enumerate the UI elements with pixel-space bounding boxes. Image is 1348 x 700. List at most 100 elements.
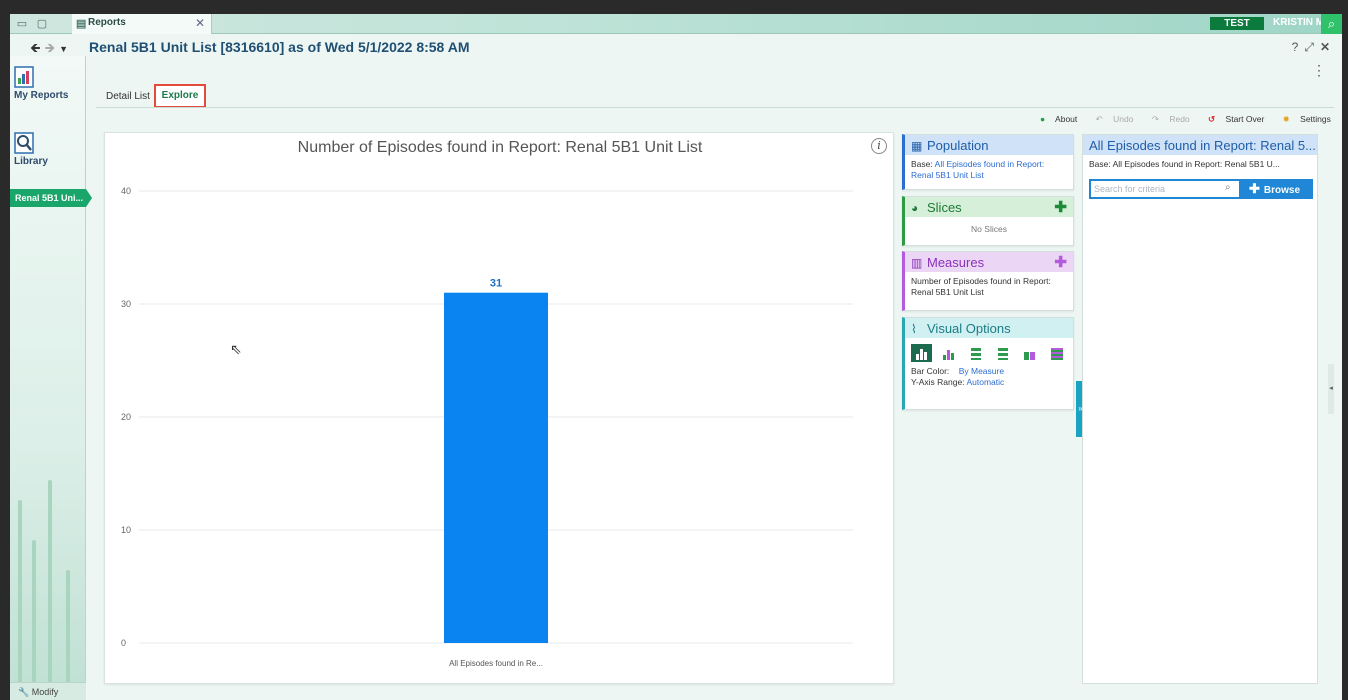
- gear-icon: ✹: [1282, 114, 1290, 124]
- population-base-label: Base:: [911, 159, 933, 169]
- info-icon[interactable]: i: [871, 138, 887, 154]
- heatmap-icon[interactable]: [1019, 344, 1040, 362]
- visual-options-title: Visual Options: [927, 321, 1011, 336]
- tab-reports-label: Reports: [88, 17, 126, 28]
- history-dropdown-icon[interactable]: ▼: [59, 44, 72, 54]
- settings-label: Settings: [1300, 114, 1331, 124]
- criteria-panel: All Episodes found in Report: Renal 5...…: [1082, 134, 1318, 684]
- population-card[interactable]: ▦ Population Base: All Episodes found in …: [902, 134, 1074, 190]
- about-label: About: [1055, 114, 1078, 124]
- tab-reports[interactable]: ▤ Reports ✕: [72, 14, 212, 34]
- bar-chart: 0 10 20 30 40 31 All Episodes found in Re...: [121, 186, 853, 668]
- back-arrow-icon[interactable]: 🡸: [30, 40, 45, 55]
- y-tick-label: 0: [121, 638, 126, 648]
- env-badge: TEST: [1210, 17, 1264, 30]
- y-tick-label: 40: [121, 186, 131, 196]
- bamboo-decoration: [66, 570, 70, 690]
- wrench-icon: 🔧: [18, 687, 30, 697]
- more-options-icon[interactable]: ⋮: [1312, 62, 1326, 79]
- criteria-search-input[interactable]: [1091, 181, 1239, 197]
- redo-icon: ↷: [1151, 114, 1159, 124]
- y-axis-label: Y-Axis Range:: [911, 377, 965, 387]
- y-tick-label: 20: [121, 412, 131, 422]
- sidebar-item-label: Library: [14, 156, 48, 167]
- app-window: ▭ ▢ ▤ Reports ✕ TEST KRISTIN M. ⌕ 🡸🡺▼ Re…: [10, 14, 1342, 700]
- slices-empty: No Slices: [971, 224, 1007, 234]
- side-panel-handle[interactable]: ◂: [1328, 364, 1334, 414]
- bamboo-decoration: [48, 480, 52, 690]
- expand-icon[interactable]: ⤢: [1304, 40, 1320, 54]
- start-over-button[interactable]: ↺ Start Over: [1208, 114, 1272, 124]
- search-icon[interactable]: ⌕: [1321, 14, 1342, 34]
- close-icon[interactable]: ✕: [195, 16, 205, 30]
- y-tick-label: 10: [121, 525, 131, 535]
- pulse-icon: ⌇: [911, 322, 917, 336]
- title-bar: ▭ ▢ ▤ Reports ✕ TEST KRISTIN M. ⌕: [10, 14, 1342, 34]
- search-icon[interactable]: ⌕: [1225, 182, 1231, 193]
- page-title: Renal 5B1 Unit List [8316610] as of Wed …: [89, 39, 470, 55]
- bar-color-label: Bar Color:: [911, 366, 950, 376]
- measures-card: ▥ Measures ✚ Number of Episodes found in R…: [902, 251, 1074, 311]
- sidebar-item-active-report[interactable]: Renal 5B1 Uni...: [10, 189, 92, 207]
- y-tick-label: 30: [121, 299, 131, 309]
- sidebar-item-library[interactable]: Library: [10, 132, 86, 167]
- add-slice-icon[interactable]: ✚: [1054, 198, 1067, 216]
- horizontal-stacked-icon[interactable]: [992, 344, 1013, 362]
- chat-icon[interactable]: ▢: [34, 17, 50, 31]
- stacked-bar-icon[interactable]: [938, 344, 959, 362]
- modify-button[interactable]: 🔧 Modify: [10, 682, 86, 700]
- forward-arrow-icon[interactable]: 🡺: [45, 40, 60, 55]
- bar-color-link[interactable]: By Measure: [959, 366, 1004, 376]
- my-reports-icon: [14, 66, 34, 88]
- vertical-bar-icon[interactable]: [911, 344, 932, 362]
- sidebar: My Reports Library Renal 5B1 Uni... 🔧 Mo…: [10, 56, 92, 700]
- measures-icon: ▥: [911, 256, 923, 270]
- undo-label: Undo: [1113, 114, 1134, 124]
- tab-detail-list[interactable]: Detail List: [106, 91, 150, 102]
- tab-divider: [96, 107, 1334, 108]
- population-title: Population: [927, 138, 989, 153]
- data-label: 31: [490, 278, 502, 290]
- chart-panel: 0 10 20 30 40 31 All Episodes found in Re... N…: [104, 132, 894, 684]
- header-icons: ?⤢✕: [1292, 40, 1336, 55]
- browse-button[interactable]: ✚ Browse: [1245, 181, 1311, 197]
- visual-options-card: ⌇ Visual Options Bar Color: By Measure Y-…: [902, 317, 1074, 410]
- slices-title: Slices: [927, 200, 962, 215]
- about-button[interactable]: ● About: [1040, 114, 1085, 124]
- redo-label: Redo: [1169, 114, 1190, 124]
- window-icon[interactable]: ▭: [14, 17, 30, 31]
- add-measure-icon[interactable]: ✚: [1054, 253, 1067, 271]
- sidebar-item-label: My Reports: [14, 90, 69, 101]
- report-tab-icon: ▤: [76, 18, 87, 30]
- tab-explore[interactable]: Explore: [154, 84, 206, 108]
- table-view-icon[interactable]: [1046, 344, 1067, 362]
- help-icon[interactable]: ?: [1292, 40, 1305, 54]
- close-report-icon[interactable]: ✕: [1320, 40, 1336, 54]
- redo-button[interactable]: ↷ Redo: [1152, 114, 1198, 124]
- undo-button[interactable]: ↶ Undo: [1096, 114, 1142, 124]
- library-icon: [14, 132, 34, 154]
- bar[interactable]: [444, 292, 548, 643]
- user-name[interactable]: KRISTIN M.: [1273, 17, 1327, 28]
- sidebar-item-my-reports[interactable]: My Reports: [10, 66, 86, 101]
- horizontal-bar-icon[interactable]: [965, 344, 986, 362]
- start-over-icon: ↺: [1208, 114, 1216, 124]
- mouse-cursor-icon: ⇖: [230, 341, 242, 357]
- measure-item[interactable]: Number of Episodes found in Report: Rena…: [905, 272, 1073, 302]
- start-over-label: Start Over: [1225, 114, 1265, 124]
- browse-label: Browse: [1263, 185, 1301, 196]
- explore-toolbar: ● About ↶ Undo ↷ Redo ↺ Start Over ✹ Set…: [1040, 114, 1342, 125]
- slices-icon: ◕: [911, 201, 919, 215]
- settings-button[interactable]: ✹ Settings: [1283, 114, 1339, 124]
- undo-icon: ↶: [1095, 114, 1103, 124]
- y-axis-link[interactable]: Automatic: [966, 377, 1004, 387]
- population-icon: ▦: [911, 139, 923, 153]
- slices-card: ◕ Slices ✚ No Slices: [902, 196, 1074, 246]
- modify-label: Modify: [31, 687, 59, 697]
- criteria-search-bar: ⌕ ✚Browse: [1089, 179, 1313, 199]
- plus-icon: ✚: [1249, 181, 1260, 196]
- chart-type-selector: [911, 344, 1067, 362]
- info-circle-icon: ●: [1040, 114, 1046, 124]
- criteria-base: Base: All Episodes found in Report: Rena…: [1089, 159, 1280, 169]
- chart-title: Number of Episodes found in Report: Rena…: [297, 139, 703, 156]
